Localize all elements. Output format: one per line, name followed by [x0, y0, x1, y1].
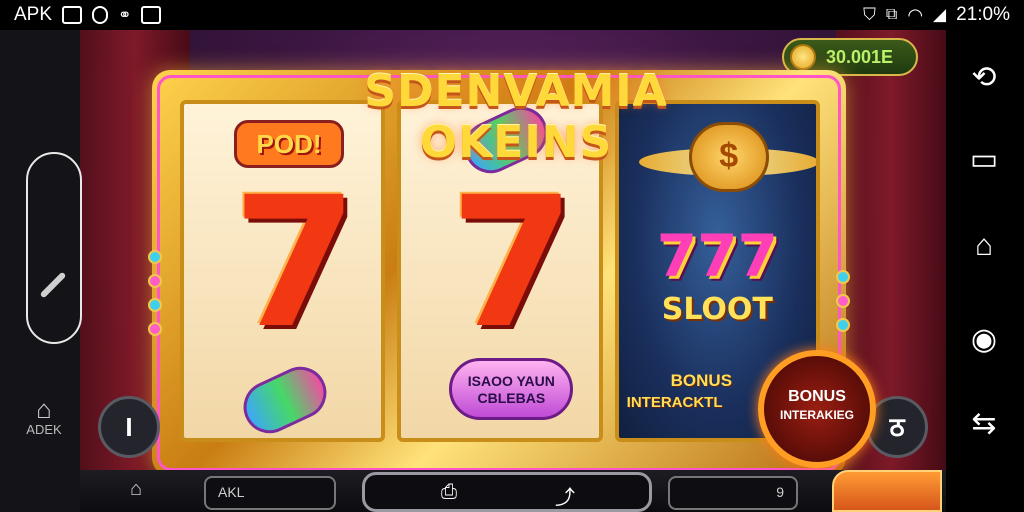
win-field: 9	[668, 476, 798, 510]
gem-decoration	[836, 294, 850, 308]
vibrate-icon: ⧉	[885, 6, 898, 23]
spin-controls: ⎙ ⤴	[362, 472, 652, 512]
screenshot-icon[interactable]: ◉	[962, 320, 1006, 360]
bet-field[interactable]: AKL	[204, 476, 336, 510]
clock: 21:0%	[956, 4, 1010, 25]
image-icon	[141, 6, 162, 24]
candy-label-symbol: ISAOO YAUN CBLEBAS	[449, 358, 574, 420]
gem-decoration	[148, 298, 162, 312]
status-bar: APK ⚭ ⛉ ⧉ ◠ ◢ 21:0%	[0, 0, 1024, 30]
bottom-control-bar: ⌂ AKL ⎙ ⤴ 9	[80, 470, 946, 512]
side-home-button[interactable]: ⌂ ADEK	[22, 396, 66, 437]
jackpot-777: 777	[656, 222, 778, 290]
signal-icon: ◢	[933, 5, 947, 24]
gem-decoration	[148, 274, 162, 288]
notification-icon: ⛉	[863, 5, 876, 24]
left-panel: ⌂ ADEK	[0, 30, 82, 512]
gem-decoration	[148, 322, 162, 336]
recents-icon[interactable]: ▭	[962, 140, 1006, 180]
gem-decoration	[836, 270, 850, 284]
share-icon[interactable]: ⎙	[441, 481, 457, 504]
bonus-button[interactable]: BONUS INTERAKIEG	[758, 350, 876, 468]
home-outline-icon: ⌂	[36, 394, 52, 424]
link-icon: ⚭	[118, 7, 132, 24]
back-icon[interactable]: ⇆	[962, 404, 1006, 444]
game-area: 30.001E POD! 7 7 ISAOO YAUN CBLEBAS $ 77…	[80, 30, 946, 512]
game-title: SDENVAMIA OKEINS	[364, 66, 668, 168]
bonus-button-line2: INTERAKIEG	[779, 408, 854, 422]
home-icon[interactable]: ⌂	[130, 478, 142, 501]
home-icon[interactable]: ⌂	[962, 226, 1006, 266]
app-label: APK	[14, 4, 53, 25]
nav-bar: ⟲ ▭ ⌂ ◉ ⇆	[946, 30, 1024, 512]
gem-decoration	[836, 318, 850, 332]
gem-decoration	[148, 250, 162, 264]
wifi-icon: ◠	[907, 4, 924, 25]
bonus-button-line1: BONUS	[788, 388, 846, 405]
left-round-button[interactable]: I	[98, 396, 160, 458]
candy-label-line1: ISAOO YAUN	[467, 373, 555, 389]
rotate-icon[interactable]: ⟲	[962, 58, 1006, 98]
candy-symbol	[235, 358, 335, 438]
auto-spin-icon[interactable]: ⤴	[555, 481, 575, 510]
shield-icon	[92, 6, 109, 24]
coin-icon	[790, 44, 816, 70]
slider-handle[interactable]	[39, 271, 67, 299]
seven-symbol: 7	[449, 159, 575, 368]
shop-button[interactable]	[832, 470, 942, 512]
candy-label-line2: CBLEBAS	[477, 390, 546, 406]
gallery-icon	[62, 6, 83, 24]
side-slider[interactable]	[26, 152, 82, 344]
side-home-label: ADEK	[26, 422, 62, 437]
sloot-label: SLOOT	[661, 292, 773, 327]
seven-symbol: 7	[232, 159, 358, 368]
coin-value: 30.001E	[826, 46, 894, 67]
